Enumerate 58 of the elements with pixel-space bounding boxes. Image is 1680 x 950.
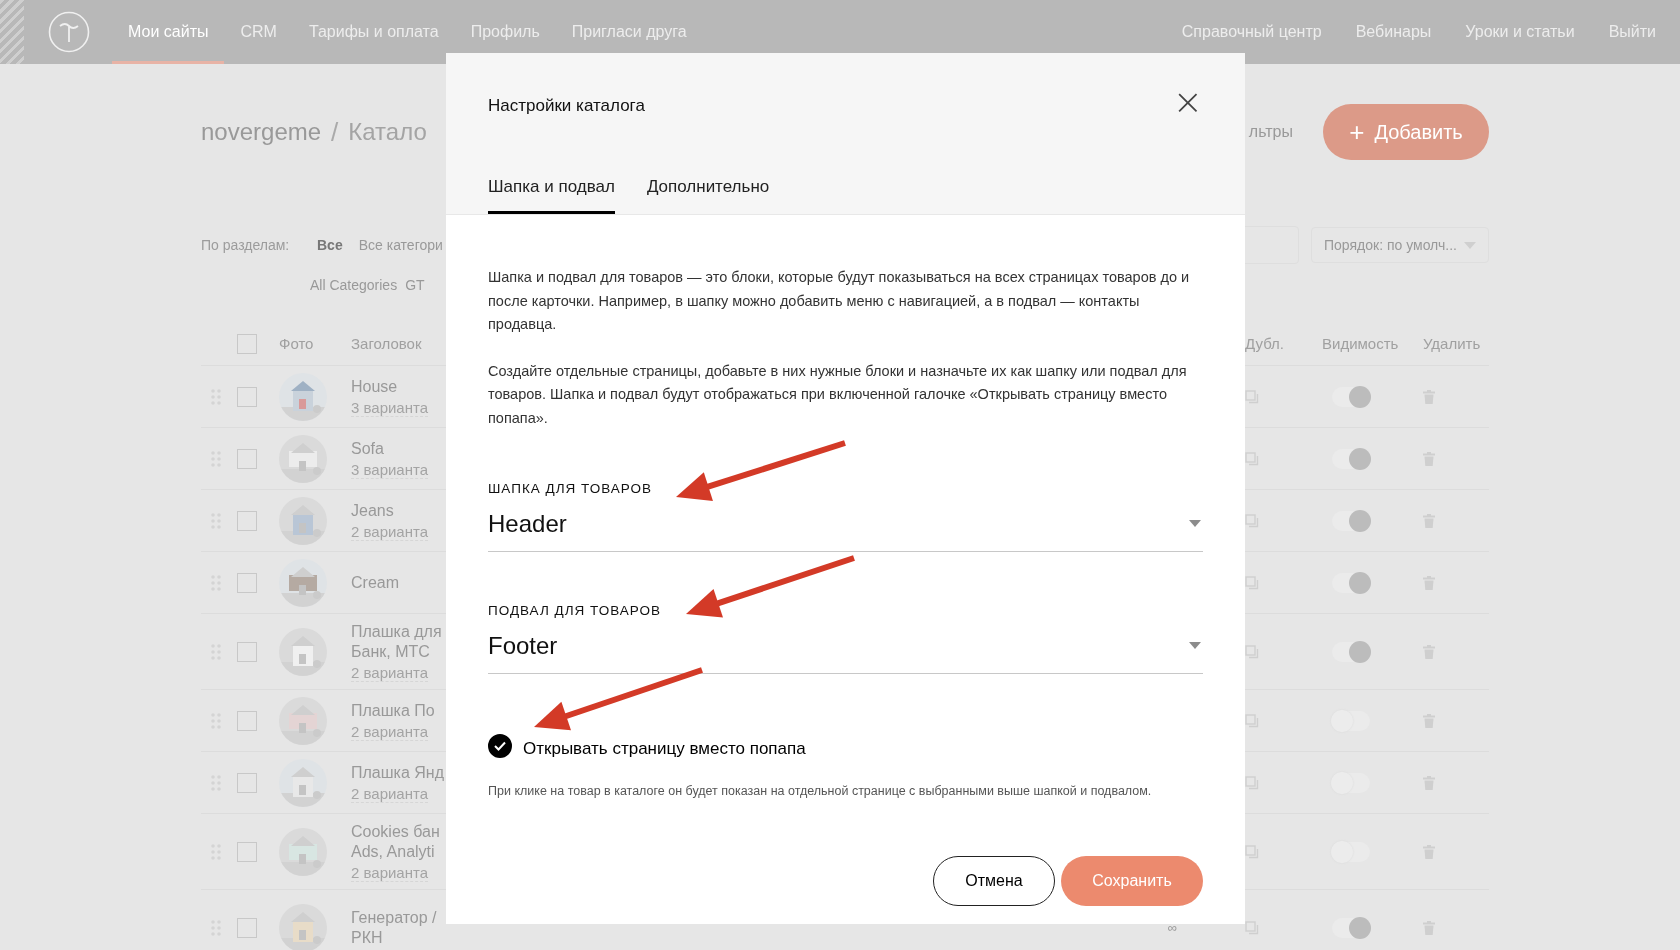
- close-button[interactable]: ×: [1172, 83, 1203, 120]
- variants-link[interactable]: 2 варианта: [351, 522, 429, 541]
- filter-chip[interactable]: GT: [405, 277, 425, 293]
- product-title[interactable]: РКН: [351, 927, 1100, 948]
- site-name[interactable]: novergeme: [201, 118, 322, 146]
- duplicate-icon[interactable]: [1245, 775, 1259, 790]
- checkbox-label: Открывать страницу вместо попапа: [523, 739, 806, 759]
- variants-link[interactable]: 2 варианта: [351, 722, 429, 741]
- checkmark-icon: [493, 740, 507, 752]
- visibility-toggle[interactable]: [1332, 386, 1370, 407]
- hint-text: При клике на товар в каталоге он будет показан на отдельной странице с выбранными выше шапкой и подвалом.: [488, 784, 1153, 798]
- duplicate-icon[interactable]: [1245, 513, 1259, 528]
- filter-label: По разделам:: [201, 237, 291, 253]
- column-header: Видимость: [1322, 335, 1400, 352]
- dropdown-field[interactable]: Footer: [488, 618, 1203, 674]
- field-label: ПОДВАЛ ДЛЯ ТОВАРОВ: [488, 603, 662, 618]
- tab[interactable]: Дополнительно: [646, 177, 770, 214]
- duplicate-icon[interactable]: [1245, 575, 1259, 590]
- column-header: Дубл.: [1245, 335, 1285, 352]
- breadcrumb-separator: /: [331, 116, 339, 148]
- variants-link[interactable]: 2 варианта: [351, 663, 429, 682]
- infinity-mark: ∞: [1167, 920, 1178, 935]
- duplicate-icon[interactable]: [1245, 844, 1259, 859]
- visibility-toggle[interactable]: [1332, 641, 1370, 662]
- filter-chip[interactable]: All Categories: [310, 277, 398, 293]
- visibility-toggle[interactable]: [1332, 448, 1370, 469]
- variants-link[interactable]: 2 варианта: [351, 863, 429, 882]
- page-name: Катало: [348, 118, 427, 146]
- sort-dropdown[interactable]: Порядок: по умолч...: [1311, 227, 1489, 263]
- duplicate-icon[interactable]: [1245, 451, 1259, 466]
- visibility-toggle[interactable]: [1332, 917, 1370, 938]
- filter-chip[interactable]: Все категори: [358, 237, 443, 253]
- filter-chip[interactable]: Все: [317, 237, 343, 253]
- variants-link[interactable]: 2 варианта: [351, 784, 429, 803]
- description-text: Шапка и подвал для товаров — это блоки, которые будут показываться на всех страницах товаров до и после карточки. Например, в шапку можно добавить меню с навигацией, а в подвал — контакты продавца.: [488, 268, 1191, 334]
- cancel-button[interactable]: Отмена: [933, 856, 1055, 906]
- visibility-toggle[interactable]: [1332, 510, 1370, 531]
- tab[interactable]: Шапка и подвал: [488, 177, 615, 214]
- nav-link[interactable]: Мои сайты: [112, 0, 225, 64]
- logo-icon[interactable]: [48, 11, 90, 53]
- save-button[interactable]: Сохранить: [1061, 856, 1203, 906]
- dialog-title: Настройки каталога: [488, 95, 645, 116]
- column-header: Удалить: [1423, 335, 1482, 352]
- variants-link[interactable]: 3 варианта: [351, 460, 429, 479]
- checkbox[interactable]: [488, 734, 512, 758]
- column-header: Заголовок: [351, 335, 423, 352]
- variants-link[interactable]: 3 варианта: [351, 398, 429, 417]
- duplicate-icon[interactable]: [1245, 713, 1259, 728]
- duplicate-icon[interactable]: [1245, 644, 1259, 659]
- field-label: ШАПКА ДЛЯ ТОВАРОВ: [488, 481, 653, 496]
- add-button[interactable]: + Добавить: [1323, 104, 1489, 160]
- duplicate-icon[interactable]: [1245, 389, 1259, 404]
- description-text: Создайте отдельные страницы, добавьте в них нужные блоки и назначьте их как шапку или подвал для товаров. Шапка и подвал будут отображаться при включенной галочке «Открывать страницу вместо попапа».: [488, 361, 1188, 428]
- duplicate-icon[interactable]: [1245, 920, 1259, 935]
- visibility-toggle[interactable]: [1332, 572, 1370, 593]
- filters-link[interactable]: льтры: [1248, 123, 1293, 141]
- column-header: Фото: [279, 335, 315, 352]
- pattern-strip: [0, 0, 24, 64]
